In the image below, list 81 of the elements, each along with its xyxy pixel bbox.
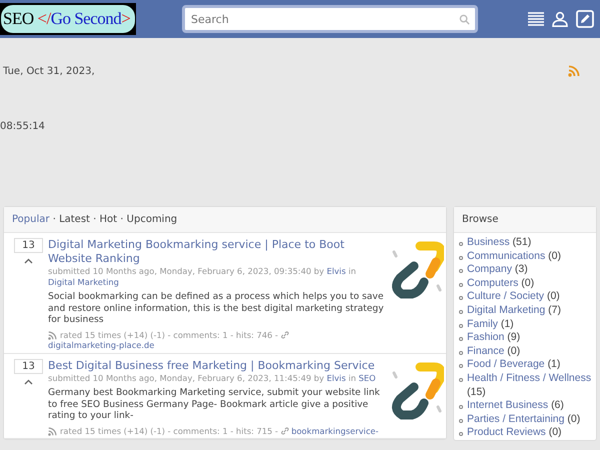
category-count: (0) (567, 412, 580, 425)
link-icon (280, 331, 289, 340)
bullet-icon (459, 296, 463, 300)
menu-icon[interactable] (528, 12, 544, 26)
category-link[interactable]: SEO (358, 372, 376, 382)
bullet-icon (459, 350, 463, 355)
author-link[interactable]: Elvis (326, 266, 346, 276)
bullet-icon (459, 337, 463, 342)
upvote-icon[interactable] (24, 378, 33, 384)
category-link[interactable]: Digital Marketing (48, 276, 119, 286)
sort-tab[interactable]: Latest (59, 214, 90, 225)
bullet-icon (459, 242, 463, 246)
bullet-icon (459, 310, 463, 314)
category-link[interactable]: Digital Marketing (467, 304, 546, 316)
category-count: (0) (507, 344, 520, 357)
category-count: (3) (514, 263, 528, 276)
category-link[interactable]: Family (467, 318, 498, 330)
bullet-icon (459, 324, 463, 328)
date-text: Tue, Oct 31, 2023, (3, 65, 95, 79)
separator-dot: · (120, 214, 124, 225)
category-link[interactable]: Finance (467, 344, 504, 357)
category-link[interactable]: Health / Fitness / Wellness (467, 372, 592, 384)
category-link[interactable]: Business (467, 236, 510, 248)
category-link[interactable]: Computers (467, 276, 518, 289)
rss-icon (48, 330, 57, 340)
separator-dot: · (93, 214, 96, 225)
category-count: (0) (521, 276, 534, 289)
category-count: (1) (500, 318, 514, 330)
search-field[interactable]: Search (182, 5, 478, 33)
category-count: (15) (467, 386, 486, 398)
bullet-icon (459, 432, 463, 436)
bullet-icon (459, 269, 463, 274)
category-link[interactable]: Parties / Entertaining (467, 412, 564, 425)
category-count: (9) (507, 331, 520, 344)
author-link[interactable]: Elvis (326, 372, 346, 382)
bullet-icon (459, 282, 463, 287)
sort-tab[interactable]: Upcoming (126, 214, 178, 225)
post-stats: rated 15 times (+14) (-1) - comments: 1 - hits: 715 - (60, 426, 278, 436)
category-link[interactable]: Internet Business (467, 399, 548, 412)
bullet-icon (459, 418, 463, 423)
bullet-icon (459, 256, 463, 260)
post-title-link[interactable]: Digital Marketing Bookmarking service | Place to Boot Website Ranking (48, 238, 386, 266)
browse-heading: Browse (454, 207, 596, 233)
category-count: (0) (548, 250, 561, 262)
vote-count: 13 (14, 238, 43, 253)
bullet-icon (459, 405, 463, 410)
vote-count: 13 (14, 358, 43, 374)
post-stats: rated 15 times (+14) (-1) - comments: 1 - hits: 746 - (60, 330, 278, 340)
edit-icon[interactable] (576, 10, 594, 28)
category-link[interactable]: Product Reviews (467, 426, 546, 438)
website-link[interactable]: bookmarkingservice- (291, 426, 378, 436)
category-link[interactable]: Culture / Society (467, 290, 544, 302)
bullet-icon (459, 364, 463, 368)
submitted-text: submitted 10 Months ago, Monday, February 6, 2023, 11:45:49 by (48, 372, 324, 382)
submitted-text: submitted 10 Months ago, Monday, February 6, 2023, 09:35:40 by (48, 266, 324, 276)
category-count: (6) (551, 399, 564, 412)
in-text: in (348, 372, 356, 382)
post-summary: Germany best Bookmarking Marketing service, submit your website link to free SEO Business Germany Page- Bookmark article give a positive rating to your link- (48, 387, 381, 422)
category-count: (0) (548, 426, 562, 438)
category-link[interactable]: Company (467, 263, 512, 276)
time-text: 08:55:14 (0, 120, 46, 134)
category-link[interactable]: Food / Beverage (467, 358, 545, 370)
category-link[interactable]: Fashion (467, 331, 504, 344)
link-icon (280, 427, 289, 436)
post-title-link[interactable]: Best Digital Business free Marketing | Bookmarking Service (48, 358, 386, 372)
rss-icon (48, 426, 57, 436)
user-icon[interactable] (552, 11, 568, 27)
website-link[interactable]: digitalmarketing-place.de (48, 340, 154, 350)
site-logo[interactable]: SEO </Go Second> (0, 3, 136, 35)
category-link[interactable]: Communications (467, 250, 546, 262)
bullet-icon (459, 378, 463, 382)
sort-tab[interactable]: Hot (100, 214, 118, 225)
category-count: (0) (546, 290, 560, 302)
category-count: (51) (512, 236, 532, 248)
sort-tab[interactable]: Popular (12, 214, 50, 225)
in-text: in (348, 266, 356, 276)
category-count: (7) (548, 304, 561, 316)
post-summary: Social bookmarking can be defined as a process which helps you to save and restore online information, this is the best digital marketing strategy for business (48, 291, 385, 326)
category-count: (1) (548, 358, 560, 370)
separator-dot: · (52, 214, 56, 225)
upvote-icon[interactable] (24, 258, 33, 264)
